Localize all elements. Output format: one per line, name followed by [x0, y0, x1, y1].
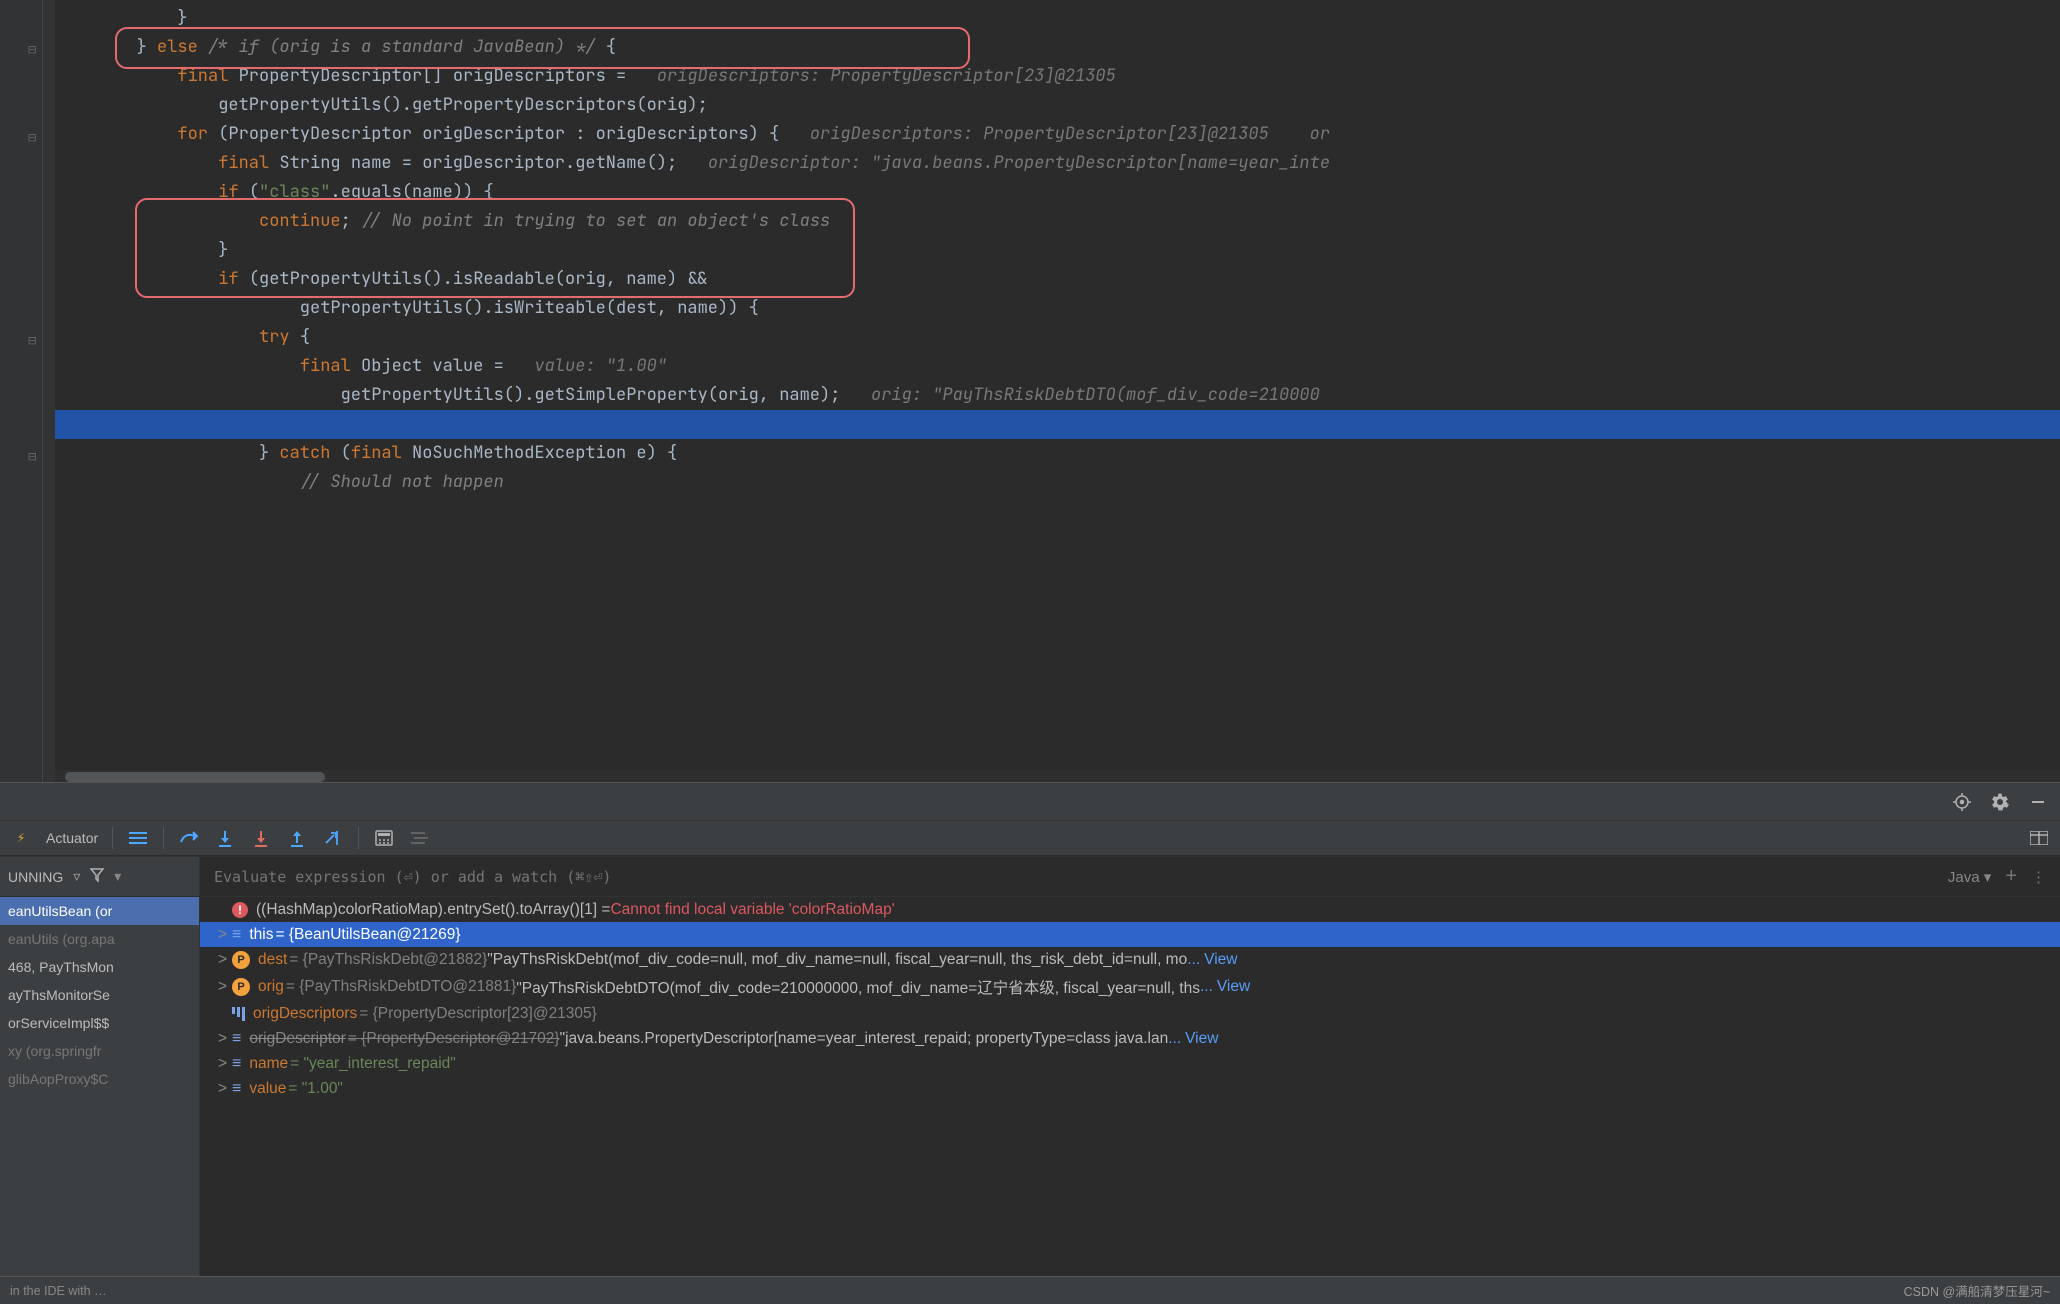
variable-row[interactable]: >Pdest = {PayThsRiskDebt@21882} "PayThsR…: [200, 947, 2060, 972]
target-icon[interactable]: [1952, 792, 1972, 812]
more-icon[interactable]: ⋮: [2031, 868, 2046, 886]
thread-selector[interactable]: UNNING: [8, 869, 63, 885]
frame-row[interactable]: orServiceImpl$$: [0, 1009, 199, 1037]
horizontal-scrollbar[interactable]: [55, 770, 2060, 782]
status-right: CSDN @满船清梦压星河~: [1904, 1281, 2050, 1300]
lang-selector[interactable]: Java ▾: [1948, 868, 1991, 886]
variable-row[interactable]: >≡origDescriptor = {PropertyDescriptor@2…: [200, 1026, 2060, 1051]
frame-row[interactable]: xy (org.springfr: [0, 1037, 199, 1065]
variables-tree[interactable]: !((HashMap)colorRatioMap).entrySet().toA…: [200, 897, 2060, 1304]
funnel-icon[interactable]: [90, 868, 104, 885]
add-watch-icon[interactable]: +: [2005, 865, 2017, 888]
view-link[interactable]: View: [1185, 1030, 1218, 1048]
source-code[interactable]: } } else /* if (orig is a standard JavaB…: [55, 0, 2060, 526]
frame-row[interactable]: ayThsMonitorSe: [0, 981, 199, 1009]
status-left: in the IDE with …: [10, 1284, 107, 1298]
gutter: ⊟ ⊟ ⊟ ⊟: [0, 0, 55, 782]
code-editor[interactable]: ⊟ ⊟ ⊟ ⊟ } } else /* if (orig is a standa…: [0, 0, 2060, 782]
execution-line-highlight: [55, 410, 2060, 439]
filter-icon[interactable]: ▿: [73, 868, 80, 885]
view-link[interactable]: View: [1204, 951, 1237, 969]
actuator-label: Actuator: [46, 830, 98, 846]
view-link[interactable]: View: [1217, 978, 1250, 996]
variable-row[interactable]: >Porig = {PayThsRiskDebtDTO@21881} "PayT…: [200, 972, 2060, 1001]
variable-row[interactable]: origDescriptors = {PropertyDescriptor[23…: [200, 1001, 2060, 1026]
variable-row[interactable]: >≡this = {BeanUtilsBean@21269}: [200, 922, 2060, 947]
step-out-icon[interactable]: [286, 827, 308, 849]
evaluate-expression-input[interactable]: [214, 868, 1948, 886]
debugger-toolbar: ⚡ Actuator: [0, 820, 2060, 856]
frames-panel: UNNING ▿ ▾ eanUtilsBean (oreanUtils (org…: [0, 857, 200, 1304]
step-into-icon[interactable]: [214, 827, 236, 849]
gear-icon[interactable]: [1990, 792, 2010, 812]
force-step-into-icon[interactable]: [250, 827, 272, 849]
frame-row[interactable]: 468, PayThsMon: [0, 953, 199, 981]
step-over-icon[interactable]: [178, 827, 200, 849]
status-bar: in the IDE with … CSDN @满船清梦压星河~: [0, 1276, 2060, 1304]
side-toolbar: [0, 782, 2060, 820]
frames-list[interactable]: eanUtilsBean (oreanUtils (org.apa468, Pa…: [0, 897, 199, 1304]
layout-icon[interactable]: [2028, 827, 2050, 849]
frame-row[interactable]: eanUtils (org.apa: [0, 925, 199, 953]
variable-row[interactable]: !((HashMap)colorRatioMap).entrySet().toA…: [200, 897, 2060, 922]
variable-row[interactable]: >≡name = "year_interest_repaid": [200, 1051, 2060, 1076]
trace-icon[interactable]: [409, 827, 431, 849]
run-to-cursor-icon[interactable]: [322, 827, 344, 849]
variable-row[interactable]: >≡value = "1.00": [200, 1076, 2060, 1101]
evaluate-icon[interactable]: [373, 827, 395, 849]
frame-row[interactable]: glibAopProxy$C: [0, 1065, 199, 1093]
dropdown-chevron-icon[interactable]: ▾: [114, 868, 121, 885]
minimize-icon[interactable]: [2028, 792, 2048, 812]
actuator-icon[interactable]: ⚡: [10, 827, 32, 849]
frame-row[interactable]: eanUtilsBean (or: [0, 897, 199, 925]
list-icon[interactable]: [127, 827, 149, 849]
